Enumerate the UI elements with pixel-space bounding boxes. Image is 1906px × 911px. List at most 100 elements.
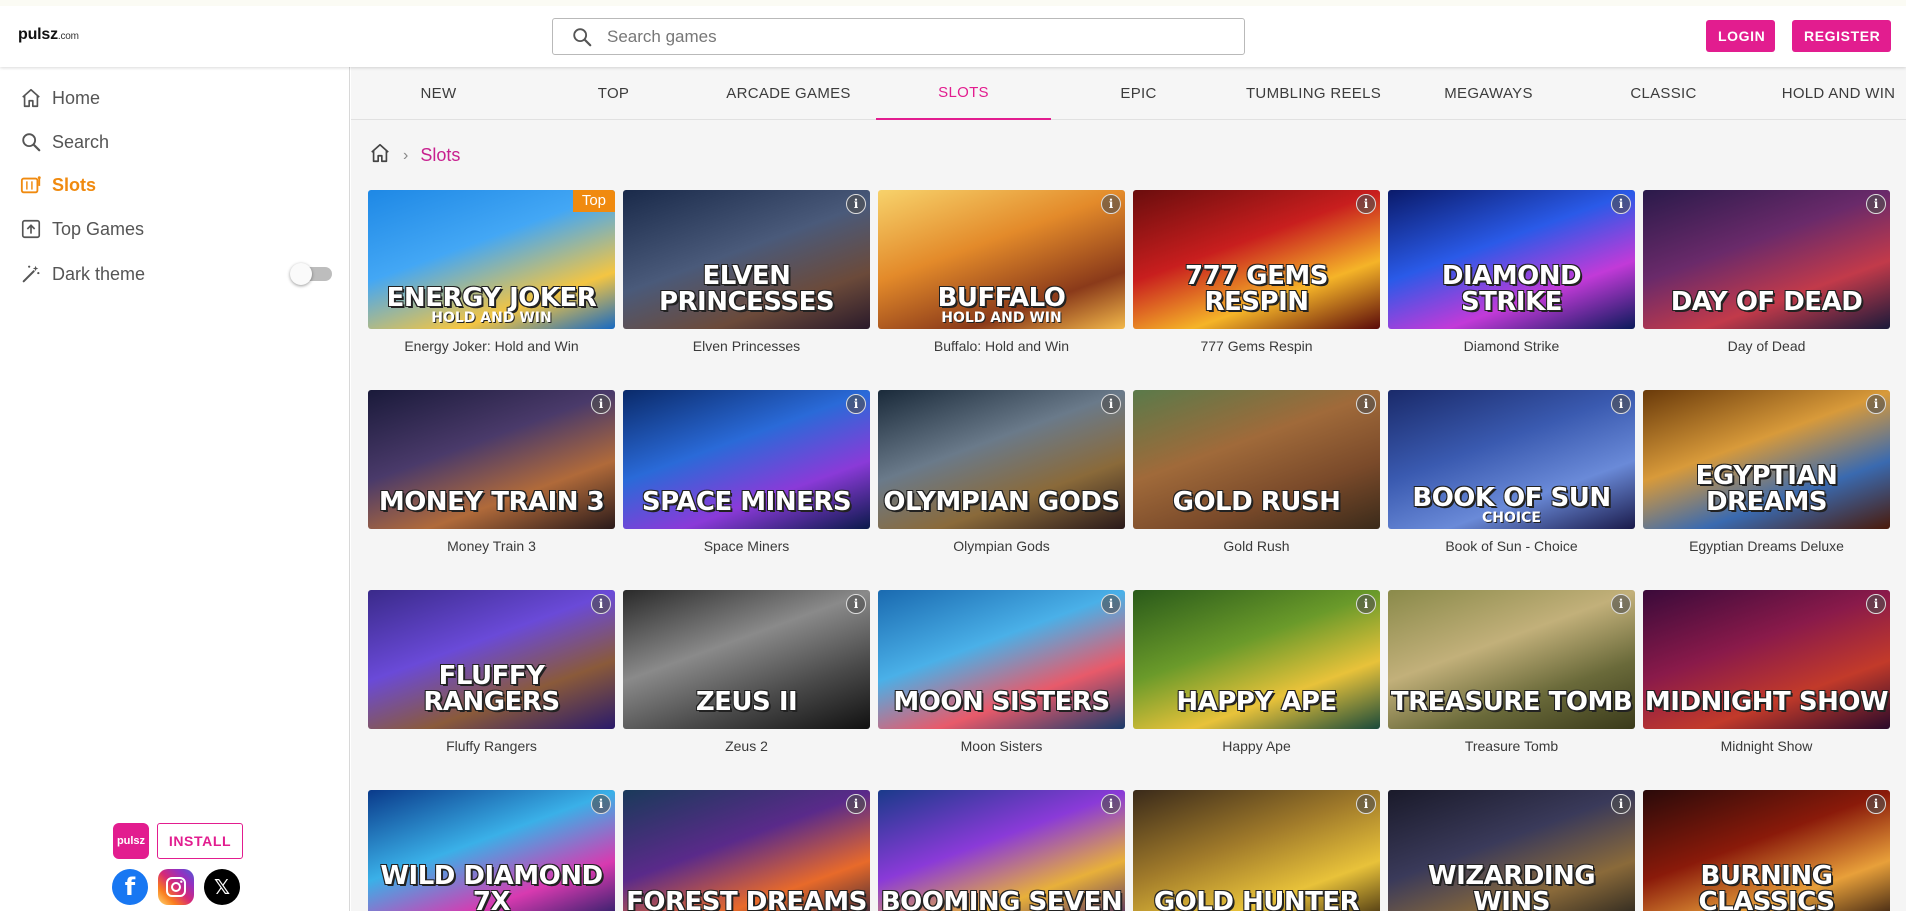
facebook-icon[interactable]: f <box>112 869 148 905</box>
register-button[interactable]: REGISTER <box>1792 20 1891 52</box>
game-card[interactable]: SPACE MINERS i Space Miners <box>623 390 870 554</box>
tab-epic[interactable]: EPIC <box>1051 67 1226 120</box>
game-thumbnail[interactable]: ZEUS II i <box>623 590 870 729</box>
game-thumbnail[interactable]: TREASURE TOMB i <box>1388 590 1635 729</box>
game-card[interactable]: MOON SISTERS i Moon Sisters <box>878 590 1125 754</box>
game-card[interactable]: GOLD RUSH i Gold Rush <box>1133 390 1380 554</box>
info-icon[interactable]: i <box>591 794 611 814</box>
game-thumbnail[interactable]: WILD DIAMOND 7X i <box>368 790 615 911</box>
game-thumbnail[interactable]: DAY OF DEAD i <box>1643 190 1890 329</box>
instagram-icon[interactable] <box>158 869 194 905</box>
game-thumbnail[interactable]: 777 GEMS RESPIN i <box>1133 190 1380 329</box>
search-bar[interactable] <box>552 18 1245 55</box>
info-icon[interactable]: i <box>846 394 866 414</box>
tab-top[interactable]: TOP <box>526 67 701 120</box>
game-card[interactable]: FLUFFY RANGERS i Fluffy Rangers <box>368 590 615 754</box>
game-thumbnail[interactable]: SPACE MINERS i <box>623 390 870 529</box>
info-icon[interactable]: i <box>591 394 611 414</box>
install-button[interactable]: INSTALL <box>157 823 243 859</box>
info-icon[interactable]: i <box>1356 394 1376 414</box>
game-thumbnail[interactable]: GOLD RUSH i <box>1133 390 1380 529</box>
game-card[interactable]: TREASURE TOMB i Treasure Tomb <box>1388 590 1635 754</box>
game-thumbnail[interactable]: OLYMPIAN GODS i <box>878 390 1125 529</box>
info-icon[interactable]: i <box>1101 394 1121 414</box>
game-thumbnail[interactable]: EGYPTIAN DREAMS i <box>1643 390 1890 529</box>
site-logo[interactable]: pulsz.com <box>18 26 79 44</box>
game-card[interactable]: BOOMING SEVEN i <box>878 790 1125 911</box>
game-thumbnail[interactable]: MOON SISTERS i <box>878 590 1125 729</box>
info-icon[interactable]: i <box>1866 794 1886 814</box>
game-card[interactable]: WIZARDING WINS i <box>1388 790 1635 911</box>
sidebar-item-home[interactable]: Home <box>20 84 100 112</box>
tab-slots[interactable]: SLOTS <box>876 67 1051 120</box>
game-art-title: WIZARDING WINS <box>1427 861 1596 911</box>
tab-hold-and-win[interactable]: HOLD AND WIN <box>1751 67 1906 120</box>
game-card[interactable]: MIDNIGHT SHOW i Midnight Show <box>1643 590 1890 754</box>
info-icon[interactable]: i <box>1611 594 1631 614</box>
game-card[interactable]: BOOK OF SUN CHOICE i Book of Sun - Choice <box>1388 390 1635 554</box>
info-icon[interactable]: i <box>1101 594 1121 614</box>
game-thumbnail[interactable]: BURNING CLASSICS i <box>1643 790 1890 911</box>
tab-tumbling-reels[interactable]: TUMBLING REELS <box>1226 67 1401 120</box>
info-icon[interactable]: i <box>846 594 866 614</box>
game-thumbnail[interactable]: MONEY TRAIN 3 i <box>368 390 615 529</box>
dark-theme-toggle[interactable] <box>290 263 332 285</box>
game-thumbnail[interactable]: ENERGY JOKER HOLD AND WIN Top <box>368 190 615 329</box>
game-thumbnail[interactable]: GOLD HUNTER i <box>1133 790 1380 911</box>
login-button[interactable]: LOGIN <box>1706 20 1775 52</box>
info-icon[interactable]: i <box>1101 194 1121 214</box>
game-thumbnail[interactable]: MIDNIGHT SHOW i <box>1643 590 1890 729</box>
game-thumbnail[interactable]: WIZARDING WINS i <box>1388 790 1635 911</box>
game-card[interactable]: DAY OF DEAD i Day of Dead <box>1643 190 1890 354</box>
sidebar-item-slots[interactable]: Slots <box>20 171 96 199</box>
tab-arcade-games[interactable]: ARCADE GAMES <box>701 67 876 120</box>
game-thumbnail[interactable]: BUFFALO HOLD AND WIN i <box>878 190 1125 329</box>
game-card[interactable]: ZEUS II i Zeus 2 <box>623 590 870 754</box>
sidebar-item-top-games[interactable]: Top Games <box>20 215 144 243</box>
game-card[interactable]: BURNING CLASSICS i <box>1643 790 1890 911</box>
info-icon[interactable]: i <box>846 794 866 814</box>
game-art-title: FOREST DREAMS <box>626 887 867 911</box>
game-card[interactable]: BUFFALO HOLD AND WIN i Buffalo: Hold and Wi… <box>878 190 1125 354</box>
breadcrumb-home[interactable] <box>369 142 391 169</box>
game-thumbnail[interactable]: ELVEN PRINCESSES i <box>623 190 870 329</box>
info-icon[interactable]: i <box>1356 594 1376 614</box>
game-thumbnail[interactable]: HAPPY APE i <box>1133 590 1380 729</box>
game-thumbnail[interactable]: DIAMOND STRIKE i <box>1388 190 1635 329</box>
game-card[interactable]: OLYMPIAN GODS i Olympian Gods <box>878 390 1125 554</box>
game-card[interactable]: ENERGY JOKER HOLD AND WIN Top Energy Joker:… <box>368 190 615 354</box>
game-thumbnail[interactable]: FOREST DREAMS i <box>623 790 870 911</box>
search-input[interactable] <box>607 26 1207 47</box>
info-icon[interactable]: i <box>846 194 866 214</box>
info-icon[interactable]: i <box>1101 794 1121 814</box>
tab-new[interactable]: NEW <box>351 67 526 120</box>
tab-megaways[interactable]: MEGAWAYS <box>1401 67 1576 120</box>
info-icon[interactable]: i <box>1356 794 1376 814</box>
info-icon[interactable]: i <box>1611 194 1631 214</box>
game-card[interactable]: EGYPTIAN DREAMS i Egyptian Dreams Deluxe <box>1643 390 1890 554</box>
info-icon[interactable]: i <box>1866 194 1886 214</box>
x-icon[interactable]: 𝕏 <box>204 869 240 905</box>
game-card[interactable]: MONEY TRAIN 3 i Money Train 3 <box>368 390 615 554</box>
game-card[interactable]: ELVEN PRINCESSES i Elven Princesses <box>623 190 870 354</box>
game-card[interactable]: GOLD HUNTER i <box>1133 790 1380 911</box>
info-icon[interactable]: i <box>1356 194 1376 214</box>
game-card[interactable]: DIAMOND STRIKE i Diamond Strike <box>1388 190 1635 354</box>
info-icon[interactable]: i <box>1611 394 1631 414</box>
info-icon[interactable]: i <box>1866 594 1886 614</box>
game-thumbnail[interactable]: FLUFFY RANGERS i <box>368 590 615 729</box>
tab-classic[interactable]: CLASSIC <box>1576 67 1751 120</box>
info-icon[interactable]: i <box>591 594 611 614</box>
info-icon[interactable]: i <box>1866 394 1886 414</box>
game-card[interactable]: 777 GEMS RESPIN i 777 Gems Respin <box>1133 190 1380 354</box>
game-card[interactable]: FOREST DREAMS i <box>623 790 870 911</box>
info-icon[interactable]: i <box>1611 794 1631 814</box>
game-name: Fluffy Rangers <box>446 738 537 754</box>
sidebar-item-search[interactable]: Search <box>20 128 109 156</box>
game-name: Day of Dead <box>1727 338 1806 354</box>
game-thumbnail[interactable]: BOOK OF SUN CHOICE i <box>1388 390 1635 529</box>
toggle-knob[interactable] <box>290 263 312 285</box>
game-thumbnail[interactable]: BOOMING SEVEN i <box>878 790 1125 911</box>
game-card[interactable]: HAPPY APE i Happy Ape <box>1133 590 1380 754</box>
game-card[interactable]: WILD DIAMOND 7X i <box>368 790 615 911</box>
